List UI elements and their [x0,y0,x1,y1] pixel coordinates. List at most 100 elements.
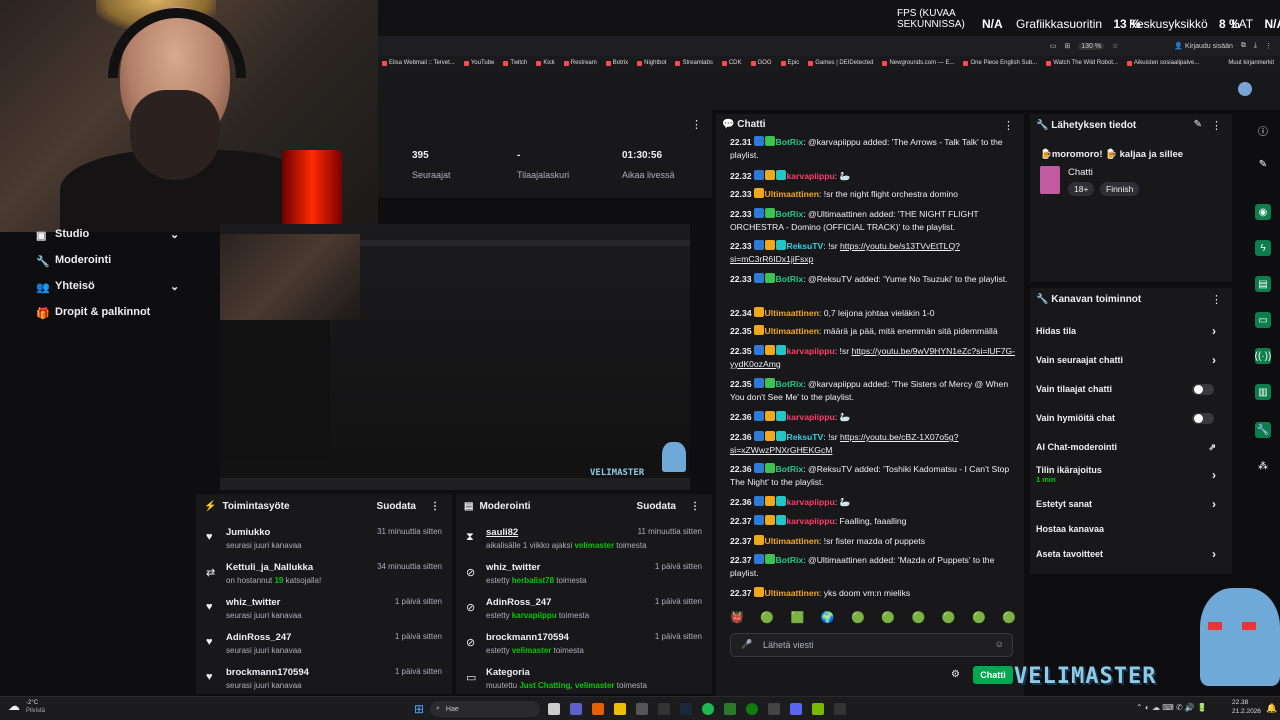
emote-icon[interactable]: 🌍 [821,611,835,625]
moderation-user[interactable]: whiz_twitter [486,562,540,573]
nvidia-icon[interactable] [812,703,824,715]
channel-action-6[interactable]: Estetyt sanat › [1036,497,1226,519]
more-options-icon[interactable]: ⋮ [1211,119,1222,132]
activity-filter-button[interactable]: Suodata [377,501,416,512]
chat-bubble-icon[interactable]: ▭ [1255,312,1271,328]
camera-icon[interactable]: ◉ [1255,204,1271,220]
activity-item[interactable]: ♥ Jumiukko seurasi juuri kanavaa 31 minuutt… [196,527,452,561]
weather-icon[interactable]: ☁ [8,699,20,713]
bookmark-item[interactable]: Nightbot [637,60,666,66]
more-options-icon[interactable]: ⋮ [1003,119,1014,132]
more-options-icon[interactable]: ⋮ [430,501,440,512]
activity-user[interactable]: whiz_twitter [226,597,280,608]
windows-start-icon[interactable]: ⊞ [414,702,424,716]
pencil-icon[interactable]: ✎ [1255,156,1271,172]
zoom-level[interactable]: 130 % [1078,42,1105,50]
channel-action-4[interactable]: AI Chat-moderointi ⇗ [1036,442,1226,462]
channel-action-1[interactable]: Vain seuraajat chatti › [1036,353,1226,375]
lightning-icon[interactable]: ϟ [1255,240,1271,256]
app-icon[interactable] [768,703,780,715]
sidebar-item-dropit[interactable]: 🎁 Dropit & palkinnot [36,306,150,320]
moderation-item[interactable]: ⧗ sauli82 aikalisälle 1 viikko ajaksi veli… [456,527,712,561]
emote-icon[interactable]: 👹 [730,611,744,625]
bookmark-item[interactable]: Twitch [503,60,527,66]
mic-icon[interactable]: 🎤 [741,639,752,650]
activity-user[interactable]: brockmann170594 [226,667,309,678]
moderation-item[interactable]: ⊘ whiz_twitter estetty herbalist78 toimest… [456,562,712,596]
emote-icon[interactable]: 🟢 [1002,611,1016,625]
emote-icon[interactable]: 🟩 [791,611,805,625]
channel-action-7[interactable]: Hostaa kanavaa [1036,524,1226,544]
screenshot-icon[interactable]: ⊞ [1064,42,1070,50]
other-bookmarks[interactable]: Muut kirjanmerkit [1228,60,1280,66]
activity-user[interactable]: AdinRoss_247 [226,632,291,643]
chat-username[interactable]: ReksuTV [787,432,824,442]
obs-icon[interactable] [658,703,670,715]
more-options-icon[interactable]: ⋮ [691,118,702,131]
add-widget-icon[interactable]: ⁂ [1255,458,1271,474]
downloads-icon[interactable]: ⤓ [1254,42,1257,50]
channel-action-3[interactable]: Vain hymiöitä chat [1036,413,1226,433]
tray-icons[interactable]: ⌃ ◐ ☁ ⌨ ✆ 🔊 🔋 [1136,703,1207,712]
extensions-icon[interactable]: ⧉ [1241,42,1246,50]
document-icon[interactable]: ▤ [1255,276,1271,292]
stream-preview[interactable]: VELIMASTER [220,224,690,490]
firefox-icon[interactable] [592,703,604,715]
channel-action-0[interactable]: Hidas tila › [1036,324,1226,346]
chat-input[interactable]: Lähetä viesti 🎤 ☺ [730,633,1013,657]
clock-date[interactable]: 21.2.2026 [1232,708,1261,715]
emoji-picker-icon[interactable]: ☺ [995,639,1004,649]
activity-user[interactable]: Jumiukko [226,527,270,538]
bookmark-item[interactable]: Games | DEIDetected [808,60,873,66]
chat-username[interactable]: Ultimaattinen [765,326,819,336]
excel-icon[interactable] [724,703,736,715]
signin-button[interactable]: 👤 Kirjaudu sisään [1174,42,1233,50]
toggle-switch[interactable] [1192,384,1214,395]
tag-finnish[interactable]: Finnish [1100,182,1140,196]
emote-icon[interactable]: 🟢 [881,611,895,625]
activity-user[interactable]: Kettuli_ja_Nallukka [226,562,313,573]
avatar[interactable] [1238,82,1252,96]
chat-username[interactable]: karvapiippu [787,497,835,507]
moderation-user[interactable]: sauli82 [486,527,518,538]
chat-settings-icon[interactable]: ⚙ [951,669,960,680]
tool-icon[interactable]: 🔧 [1255,422,1271,438]
bookmark-item[interactable]: Aikuisten sosiaalipalve... [1126,60,1199,66]
taskview-icon[interactable] [548,703,560,715]
info-icon[interactable]: ⓘ [1255,122,1271,138]
emote-icon[interactable]: 🟢 [972,611,986,625]
chat-username[interactable]: karvapiippu [787,346,835,356]
chat-username[interactable]: BotRix [776,464,804,474]
chat-send-button[interactable]: Chatti [973,666,1013,684]
bookmark-item[interactable]: YouTube [463,60,494,66]
reader-icon[interactable]: ▭ [1050,42,1057,50]
moderation-user[interactable]: AdinRoss_247 [486,597,551,608]
activity-item[interactable]: ⇄ Kettuli_ja_Nallukka on hostannut 19 kats… [196,562,452,596]
chat-username[interactable]: Ultimaattinen [765,588,819,598]
moderation-user[interactable]: Kategoria [486,667,530,678]
chat-username[interactable]: Ultimaattinen [765,189,819,199]
chat-username[interactable]: Ultimaattinen [765,308,819,318]
sidebar-item-studio[interactable]: ▣ Studio ⌄ [36,228,179,242]
clock-time[interactable]: 22.38 [1232,699,1248,706]
bookmark-item[interactable]: CDK [721,60,742,66]
chat-username[interactable]: BotRix [776,555,804,565]
folder-icon[interactable] [614,703,626,715]
emote-icon[interactable]: 🟢 [912,611,926,625]
discord-icon[interactable] [790,703,802,715]
chat-username[interactable]: ReksuTV [787,241,824,251]
moderation-item[interactable]: ⊘ AdinRoss_247 estetty karvapiippu toimest… [456,597,712,631]
steam-icon[interactable] [680,703,692,715]
more-options-icon[interactable]: ⋮ [690,501,700,512]
chat-username[interactable]: BotRix [776,209,804,219]
chat-username[interactable]: karvapiippu [787,516,835,526]
edit-icon[interactable]: ✎ [1194,119,1202,130]
channel-action-8[interactable]: Aseta tavoitteet › [1036,547,1226,569]
broadcast-icon[interactable]: ((·)) [1255,348,1271,364]
emote-icon[interactable]: 🟢 [942,611,956,625]
app-icon[interactable] [834,703,846,715]
toggle-switch[interactable] [1192,413,1214,424]
bookmark-item[interactable]: Newgrounds.com — E... [882,60,954,66]
bookmark-item[interactable]: Streamlabs [675,60,713,66]
moderation-user[interactable]: brockmann170594 [486,632,569,643]
